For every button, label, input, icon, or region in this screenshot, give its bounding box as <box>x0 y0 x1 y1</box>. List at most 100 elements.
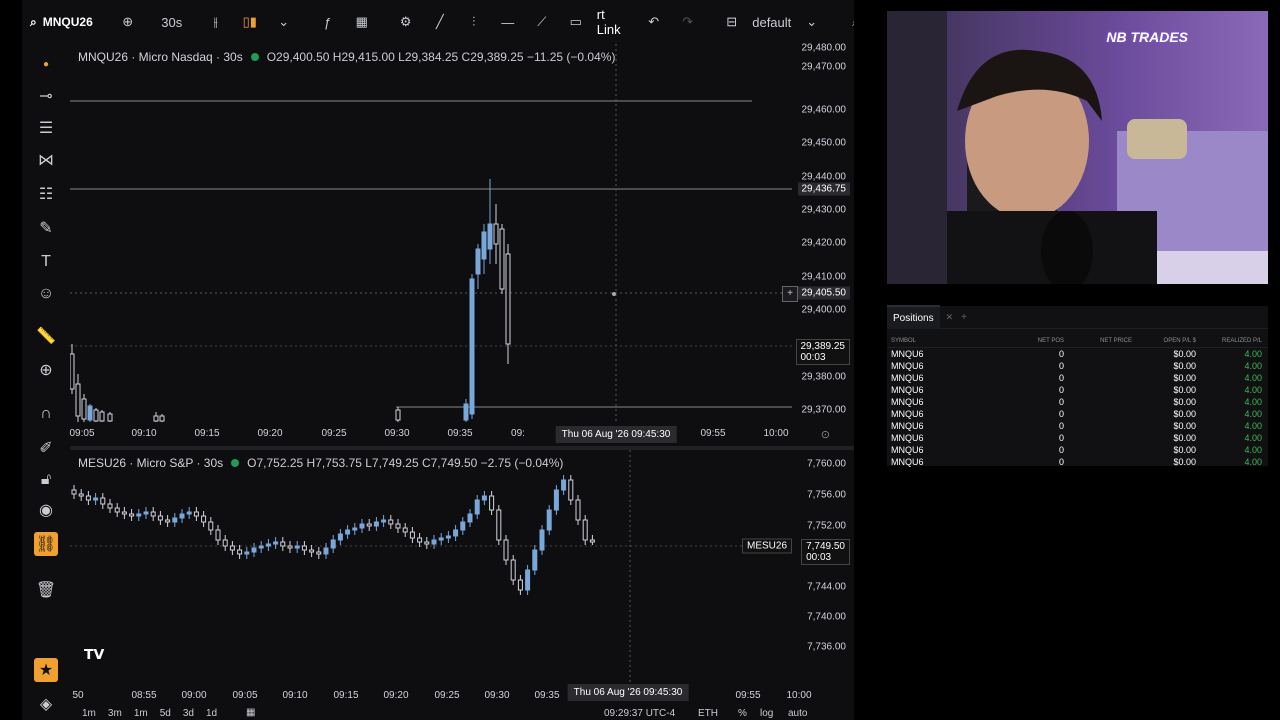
table-row[interactable]: MNQU6 0 $0.00 4.00 <box>887 444 1268 456</box>
time-label: 09:35 <box>534 690 560 701</box>
mnq-candles[interactable] <box>70 44 854 447</box>
session-label[interactable]: ETH <box>698 708 718 719</box>
add-symbol-button[interactable]: ⊕ <box>111 8 145 36</box>
table-row[interactable]: MNQU6 0 $0.00 4.00 <box>887 396 1268 408</box>
bottom-bar: 1m 3m 1m 5d 3d 1d ▦ 09:29:37 UTC-4 ETH % log … <box>70 706 854 720</box>
magnet-icon[interactable]: ∩ <box>34 402 58 426</box>
interval-button[interactable]: 30s <box>155 8 189 36</box>
cursor-icon[interactable]: ⊸ <box>34 84 58 108</box>
range-button[interactable]: 3d <box>183 708 194 719</box>
market-open-dot <box>250 53 259 61</box>
range-button[interactable]: 1m <box>82 708 96 719</box>
ruler-icon[interactable]: 📏 <box>34 324 58 348</box>
col-open-pl[interactable]: OPEN P/L $ <box>1132 338 1196 344</box>
redo-button[interactable]: ↷ <box>671 8 705 36</box>
table-cell: 4.00 <box>1244 361 1262 371</box>
percent-toggle[interactable]: % <box>738 708 747 719</box>
close-icon[interactable]: ✕ <box>946 312 954 323</box>
rectangle-button[interactable]: ▭ <box>559 8 593 36</box>
lines-icon[interactable]: ☰ <box>34 116 58 140</box>
candles-button[interactable]: ▯▮ <box>233 8 267 36</box>
table-cell: $0.00 <box>1173 445 1196 455</box>
candle-body <box>493 223 499 245</box>
eye-icon[interactable]: ◉ <box>34 498 58 522</box>
candle-body <box>424 541 430 545</box>
time-label: 09:25 <box>321 428 347 439</box>
candle-body <box>186 511 192 515</box>
candle-body <box>481 231 487 260</box>
price-label: 29,460.00 <box>801 104 847 116</box>
positions-tab[interactable]: Positions <box>887 305 940 329</box>
fib-icon[interactable]: ☷ <box>34 182 58 206</box>
trend-line-button[interactable]: ╱ <box>423 8 457 36</box>
table-cell: $0.00 <box>1173 349 1196 359</box>
col-symbol[interactable]: SYMBOL <box>887 338 1009 344</box>
col-net-price[interactable]: NET PRICE <box>1064 338 1132 344</box>
undo-button[interactable]: ↶ <box>637 8 671 36</box>
brush-icon[interactable]: ✎ <box>34 216 58 240</box>
text-icon[interactable]: T <box>34 250 58 274</box>
range-button[interactable]: 5d <box>160 708 171 719</box>
templates-button[interactable]: ▦ <box>345 8 379 36</box>
goto-settings-icon[interactable]: ⊙ <box>821 428 830 441</box>
emoji-icon[interactable]: ☺ <box>34 282 58 306</box>
zoom-icon[interactable]: ⊕ <box>34 358 58 382</box>
lock-icon[interactable]: 🔓︎ <box>34 468 58 492</box>
candle-body <box>505 253 511 345</box>
price-axis[interactable]: 29,480.00 29,470.00 29,460.00 29,450.00 29,4… <box>792 43 854 447</box>
candle-body <box>208 521 214 531</box>
add-alert-icon[interactable]: + <box>782 286 798 302</box>
dot-icon[interactable]: ● <box>34 52 58 76</box>
pitchfork-icon[interactable]: ⋈ <box>34 148 58 172</box>
layout-name-button[interactable]: default <box>749 8 795 36</box>
pencil-lock-icon[interactable]: ✐ <box>34 436 58 460</box>
quick-search-button[interactable]: ⌕ <box>839 8 854 36</box>
bar-type-button[interactable]: ⫲ <box>199 8 233 36</box>
path-tool-button[interactable]: ⟋ <box>525 8 559 36</box>
symbol-search[interactable]: ⌕ MNQU26 <box>22 15 101 30</box>
calendar-icon[interactable]: ▦ <box>246 707 255 718</box>
time-label: 09:30 <box>384 428 410 439</box>
chart-pane-mnq[interactable]: MNQU26 · Micro Nasdaq · 30s O29,400.50 H… <box>69 43 854 447</box>
col-net-pos[interactable]: NET POS <box>1009 338 1064 344</box>
auto-toggle[interactable]: auto <box>788 708 807 719</box>
mes-candles[interactable] <box>70 450 854 706</box>
trash-icon[interactable]: 🗑︎ <box>34 578 58 602</box>
link-icon[interactable]: ⛓ <box>34 532 58 556</box>
candle-body <box>568 479 574 501</box>
candle-body <box>273 541 279 545</box>
clock-label[interactable]: 09:29:37 UTC-4 <box>604 708 675 719</box>
chart-pane-mes[interactable]: MESU26 · Micro S&P · 30s O7,752.25 H7,75… <box>70 450 854 706</box>
table-row[interactable]: MNQU6 0 $0.00 4.00 <box>887 408 1268 420</box>
layout-button[interactable]: ⊟ <box>715 8 749 36</box>
table-row[interactable]: MNQU6 0 $0.00 4.00 <box>887 384 1268 396</box>
indicators-button[interactable]: ƒ <box>311 8 345 36</box>
time-label: 09:10 <box>131 428 157 439</box>
settings-button[interactable]: ⚙ <box>389 8 423 36</box>
brand-logo: NB TRADES <box>1106 29 1188 45</box>
table-row[interactable]: MNQU6 0 $0.00 4.00 <box>887 372 1268 384</box>
table-row[interactable]: MNQU6 0 $0.00 4.00 <box>887 420 1268 432</box>
fib-button[interactable]: ⫶ <box>457 8 491 36</box>
time-axis[interactable]: 09:05 09:10 09:15 09:20 09:25 09:30 09:35 09: 09… <box>69 424 854 444</box>
add-tab-icon[interactable]: + <box>961 312 967 323</box>
chart-type-dropdown[interactable]: ⌄ <box>267 8 301 36</box>
star-icon[interactable]: ★ <box>34 658 58 682</box>
col-realized-pl[interactable]: REALIZED P/L <box>1196 338 1268 344</box>
candle-body <box>237 549 243 555</box>
horizontal-line-button[interactable]: — <box>491 8 525 36</box>
table-row[interactable]: MNQU6 0 $0.00 4.00 <box>887 456 1268 468</box>
alert-link-button[interactable]: rt Link <box>593 7 627 37</box>
table-row[interactable]: MNQU6 0 $0.00 4.00 <box>887 360 1268 372</box>
layout-dropdown[interactable]: ⌄ <box>795 8 829 36</box>
range-button[interactable]: 3m <box>108 708 122 719</box>
table-row[interactable]: MNQU6 0 $0.00 4.00 <box>887 432 1268 444</box>
layers-icon[interactable]: ◈ <box>34 692 58 716</box>
table-row[interactable]: MNQU6 0 $0.00 4.00 <box>887 348 1268 360</box>
log-toggle[interactable]: log <box>760 708 773 719</box>
time-axis[interactable]: 50 08:55 09:00 09:05 09:10 09:15 09:20 09:25 09:… <box>70 684 854 704</box>
range-button[interactable]: 1m <box>134 708 148 719</box>
range-button[interactable]: 1d <box>206 708 217 719</box>
candle-body <box>475 248 481 275</box>
price-axis[interactable]: 7,760.00 7,756.00 7,752.00 7,744.00 7,740.00… <box>792 450 854 706</box>
